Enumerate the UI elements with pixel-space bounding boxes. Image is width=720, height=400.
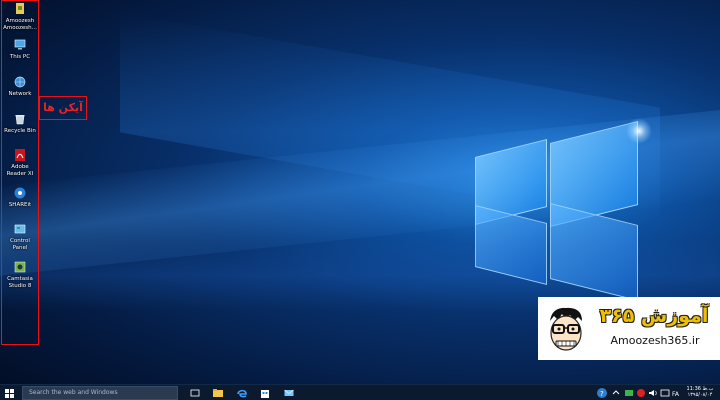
light-flare (626, 118, 652, 144)
search-placeholder: Search the web and Windows (29, 389, 118, 396)
icons-callout-label: آیکن ها (39, 96, 87, 120)
store-icon[interactable] (259, 387, 271, 399)
mail-icon[interactable] (283, 387, 295, 399)
volume-icon[interactable] (648, 387, 658, 399)
clock-date: ۱۳۹۵/۰۸/۰۴ (687, 392, 713, 398)
taskbar-search-box[interactable]: Search the web and Windows (22, 386, 178, 400)
file-explorer-icon[interactable] (212, 387, 224, 399)
taskbar: Search the web and Windows ? FA 11:36 ب.… (0, 384, 720, 400)
language-icon[interactable]: FA (672, 387, 682, 399)
task-view-icon[interactable] (189, 387, 201, 399)
brand-title: آموزش ۳۶۵ (599, 305, 709, 327)
antivirus-tray-icon[interactable] (636, 387, 646, 399)
edge-icon[interactable] (236, 387, 248, 399)
svg-text:?: ? (600, 390, 604, 398)
icons-highlight-box (1, 0, 39, 345)
cartoon-face-logo (550, 307, 582, 351)
show-hidden-icons-icon[interactable] (611, 387, 621, 399)
windows-start-icon[interactable] (5, 389, 14, 398)
clock[interactable]: 11:36 ب.ظ ۱۳۹۵/۰۸/۰۴ (685, 386, 715, 398)
svg-text:FA: FA (672, 391, 680, 398)
app-tray-icon[interactable] (624, 387, 634, 399)
brand-website: Amoozesh365.ir (610, 334, 700, 347)
notification-icon[interactable] (660, 387, 670, 399)
windows-logo-wallpaper (470, 110, 642, 301)
amoozesh365-logo: آموزش ۳۶۵ Amoozesh365.ir (538, 297, 720, 360)
help-icon[interactable]: ? (596, 387, 608, 399)
